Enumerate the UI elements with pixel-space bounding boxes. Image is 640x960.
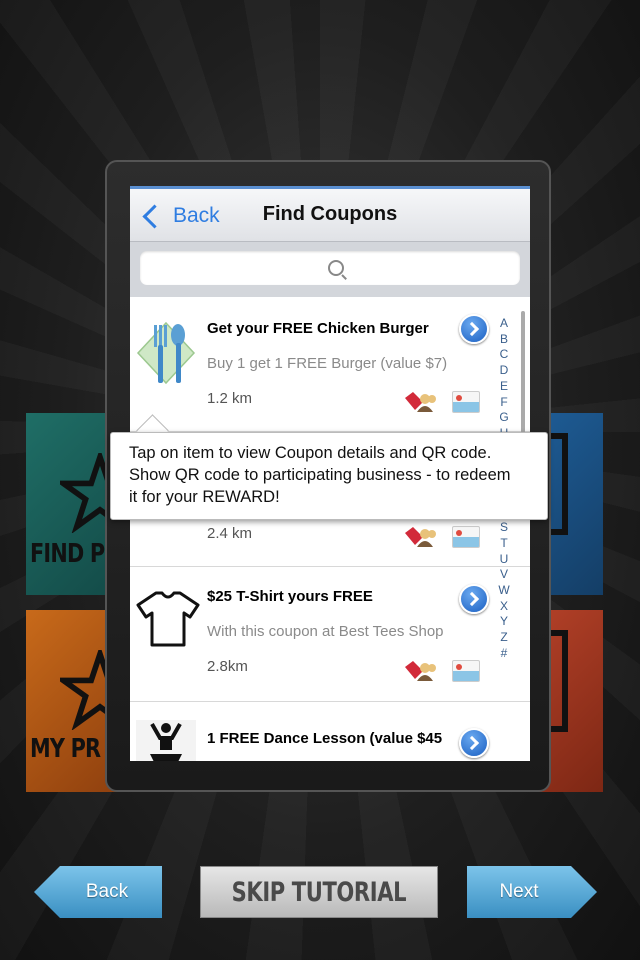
coupon-row-chicken-burger[interactable]: Get your FREE Chicken Burger Buy 1 get 1… bbox=[130, 297, 530, 432]
my-promo-label: MY PR bbox=[30, 734, 101, 764]
tutorial-next-label: Next bbox=[499, 881, 539, 902]
section-index-letter[interactable]: B bbox=[498, 332, 510, 348]
tooltip-line: it for your REWARD! bbox=[129, 488, 280, 506]
page-title: Find Coupons bbox=[262, 203, 398, 225]
skip-tutorial-label: SKIP TUTORIAL bbox=[231, 876, 407, 908]
section-index-letter[interactable]: X bbox=[498, 599, 510, 615]
tshirt-icon bbox=[136, 591, 200, 647]
section-index-letter[interactable]: G bbox=[498, 410, 510, 426]
fork-spoon-icon bbox=[136, 321, 196, 385]
tooltip-line: Tap on item to view Coupon details and Q… bbox=[129, 444, 492, 462]
coupon-description: With this coupon at Best Tees Shop bbox=[207, 623, 444, 640]
coupon-distance: 2.8km bbox=[207, 658, 248, 675]
section-index-letter[interactable]: A bbox=[498, 316, 510, 332]
section-index-letter[interactable]: # bbox=[498, 646, 510, 662]
map-icon bbox=[452, 660, 480, 682]
search-icon bbox=[328, 260, 344, 276]
coupon-tag-icon bbox=[405, 527, 436, 547]
section-index-letter[interactable]: Y bbox=[498, 614, 510, 630]
coupon-title: Get your FREE Chicken Burger bbox=[207, 320, 429, 337]
detail-disclosure-button[interactable] bbox=[459, 584, 489, 614]
tutorial-back-button[interactable]: Back bbox=[34, 866, 162, 918]
coupon-title: $25 T-Shirt yours FREE bbox=[207, 588, 373, 605]
coupon-row-tshirt[interactable]: $25 T-Shirt yours FREE With this coupon … bbox=[130, 567, 530, 702]
tutorial-back-label: Back bbox=[85, 881, 129, 902]
coupon-tag-icon bbox=[405, 661, 436, 681]
tooltip-line: Show QR code to participating business -… bbox=[129, 466, 511, 484]
section-index-letter[interactable]: F bbox=[498, 395, 510, 411]
coupon-title: 1 FREE Dance Lesson (value $45 bbox=[207, 730, 443, 747]
navigation-bar: Back Find Coupons bbox=[130, 186, 530, 242]
coupon-description: Buy 1 get 1 FREE Burger (value $7) bbox=[207, 355, 448, 372]
skip-tutorial-button[interactable]: SKIP TUTORIAL bbox=[200, 866, 438, 918]
map-icon bbox=[452, 391, 480, 413]
dancer-icon bbox=[136, 720, 196, 761]
section-index-letter[interactable]: T bbox=[498, 536, 510, 552]
section-index-letter[interactable]: Z bbox=[498, 630, 510, 646]
coupon-distance: 2.4 km bbox=[207, 525, 253, 542]
search-input[interactable] bbox=[140, 251, 520, 285]
section-index-letter[interactable]: V bbox=[498, 567, 510, 583]
tutorial-tooltip: Tap on item to view Coupon details and Q… bbox=[110, 432, 548, 520]
section-index-letter[interactable]: D bbox=[498, 363, 510, 379]
section-index-letter[interactable]: U bbox=[498, 552, 510, 568]
coupon-tag-icon bbox=[405, 392, 436, 412]
section-index-letter[interactable]: S bbox=[498, 520, 510, 536]
section-index-letter[interactable]: C bbox=[498, 347, 510, 363]
coupon-row-dance-lesson[interactable]: 1 FREE Dance Lesson (value $45 bbox=[130, 702, 530, 761]
tutorial-next-button[interactable]: Next bbox=[467, 866, 597, 918]
search-bar bbox=[130, 242, 530, 297]
map-icon bbox=[452, 526, 480, 548]
section-index-letter[interactable]: E bbox=[498, 379, 510, 395]
section-index-letter[interactable]: W bbox=[498, 583, 510, 599]
detail-disclosure-button[interactable] bbox=[459, 728, 489, 758]
detail-disclosure-button[interactable] bbox=[459, 314, 489, 344]
coupon-distance: 1.2 km bbox=[207, 390, 253, 407]
